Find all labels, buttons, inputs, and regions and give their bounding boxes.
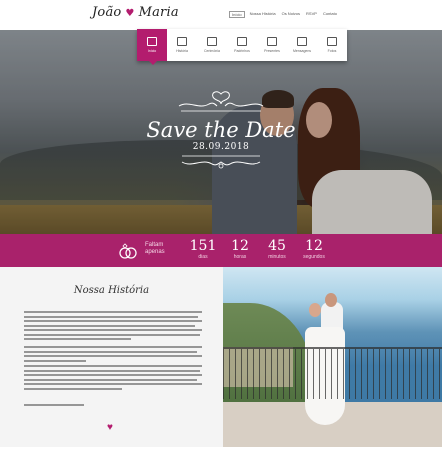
countdown-label-line1: Faltam	[145, 242, 164, 248]
menu-item-mensagens[interactable]: Mensagens	[287, 29, 317, 61]
story-paragraph-3	[24, 365, 202, 392]
logo-groom-name: João	[92, 5, 122, 20]
book-icon	[177, 37, 187, 46]
menu-item-label: Presentes	[264, 49, 280, 53]
heart-icon: ♥	[125, 8, 135, 19]
menu-item-presentes[interactable]: Presentes	[257, 29, 287, 61]
countdown-days: 151 dias	[187, 238, 219, 260]
site-logo[interactable]: João ♥ Maria	[92, 5, 179, 20]
menu-item-padrinhos[interactable]: Padrinhos	[227, 29, 257, 61]
site-header: João ♥ Maria Início Nossa História Os Noiv…	[0, 0, 442, 30]
couple-photo	[223, 267, 442, 447]
menu-item-label: Mensagens	[292, 49, 312, 53]
countdown-seconds-label: segundos	[303, 254, 325, 260]
photo-groom-head	[325, 293, 337, 307]
menu-item-historia[interactable]: História	[167, 29, 197, 61]
nav-item-historia[interactable]: Nossa História	[249, 11, 277, 18]
story-signature	[24, 404, 84, 406]
countdown-seconds: 12 segundos	[298, 238, 330, 260]
home-icon	[147, 37, 157, 46]
photo-bride-head	[309, 303, 321, 317]
countdown-minutes: 45 minutos	[261, 238, 293, 260]
wedding-rings-icon	[119, 243, 137, 259]
countdown-hours-label: horas	[233, 254, 247, 260]
menu-item-label: Início	[147, 49, 157, 53]
camera-icon	[327, 37, 337, 46]
nav-item-contato[interactable]: Contato	[322, 11, 338, 18]
people-icon	[237, 37, 247, 46]
message-icon	[297, 37, 307, 46]
countdown-days-label: dias	[198, 254, 208, 260]
gift-icon	[267, 37, 277, 46]
story-paragraph-1	[24, 311, 202, 343]
countdown-bar	[0, 234, 442, 267]
story-title: Nossa História	[73, 285, 150, 296]
menu-item-inicio[interactable]: Início	[137, 29, 167, 61]
wedding-page: João ♥ Maria Início Nossa História Os Noiv…	[0, 0, 442, 452]
photo-railing	[223, 347, 442, 399]
icon-menu: Início História Cerimônia Padrinhos Pres…	[137, 29, 347, 61]
countdown-minutes-value: 45	[268, 238, 286, 254]
countdown-hours: 12 horas	[224, 238, 256, 260]
ornament-bottom-icon	[181, 155, 261, 169]
countdown-minutes-label: minutos	[268, 254, 286, 260]
menu-item-label: Cerimônia	[204, 49, 220, 53]
story-section: Nossa História ♥	[0, 267, 223, 447]
logo-bride-name: Maria	[138, 5, 179, 20]
nav-item-rsvp[interactable]: RSVP	[305, 11, 318, 18]
hero-title: Save the Date	[146, 118, 296, 142]
countdown-days-value: 151	[189, 238, 217, 254]
heart-icon: ♥	[107, 422, 113, 433]
story-paragraph-2	[24, 346, 202, 364]
countdown-label-line2: apenas	[145, 249, 165, 255]
menu-item-label: Padrinhos	[234, 49, 250, 53]
top-navigation: Início Nossa História Os Noivos RSVP Con…	[229, 11, 338, 18]
menu-item-label: Fotos	[327, 49, 337, 53]
menu-item-label: História	[176, 49, 188, 53]
countdown-hours-value: 12	[231, 238, 249, 254]
menu-item-fotos[interactable]: Fotos	[317, 29, 347, 61]
countdown-seconds-value: 12	[305, 238, 323, 254]
calendar-icon	[207, 37, 217, 46]
hero-date: 28.09.2018	[192, 142, 250, 152]
nav-item-inicio[interactable]: Início	[229, 11, 245, 18]
nav-item-noivos[interactable]: Os Noivos	[281, 11, 301, 18]
ornament-top-icon	[178, 91, 264, 112]
menu-pointer	[149, 61, 157, 65]
menu-item-cerimonia[interactable]: Cerimônia	[197, 29, 227, 61]
countdown-label: Faltam apenas	[145, 242, 165, 256]
